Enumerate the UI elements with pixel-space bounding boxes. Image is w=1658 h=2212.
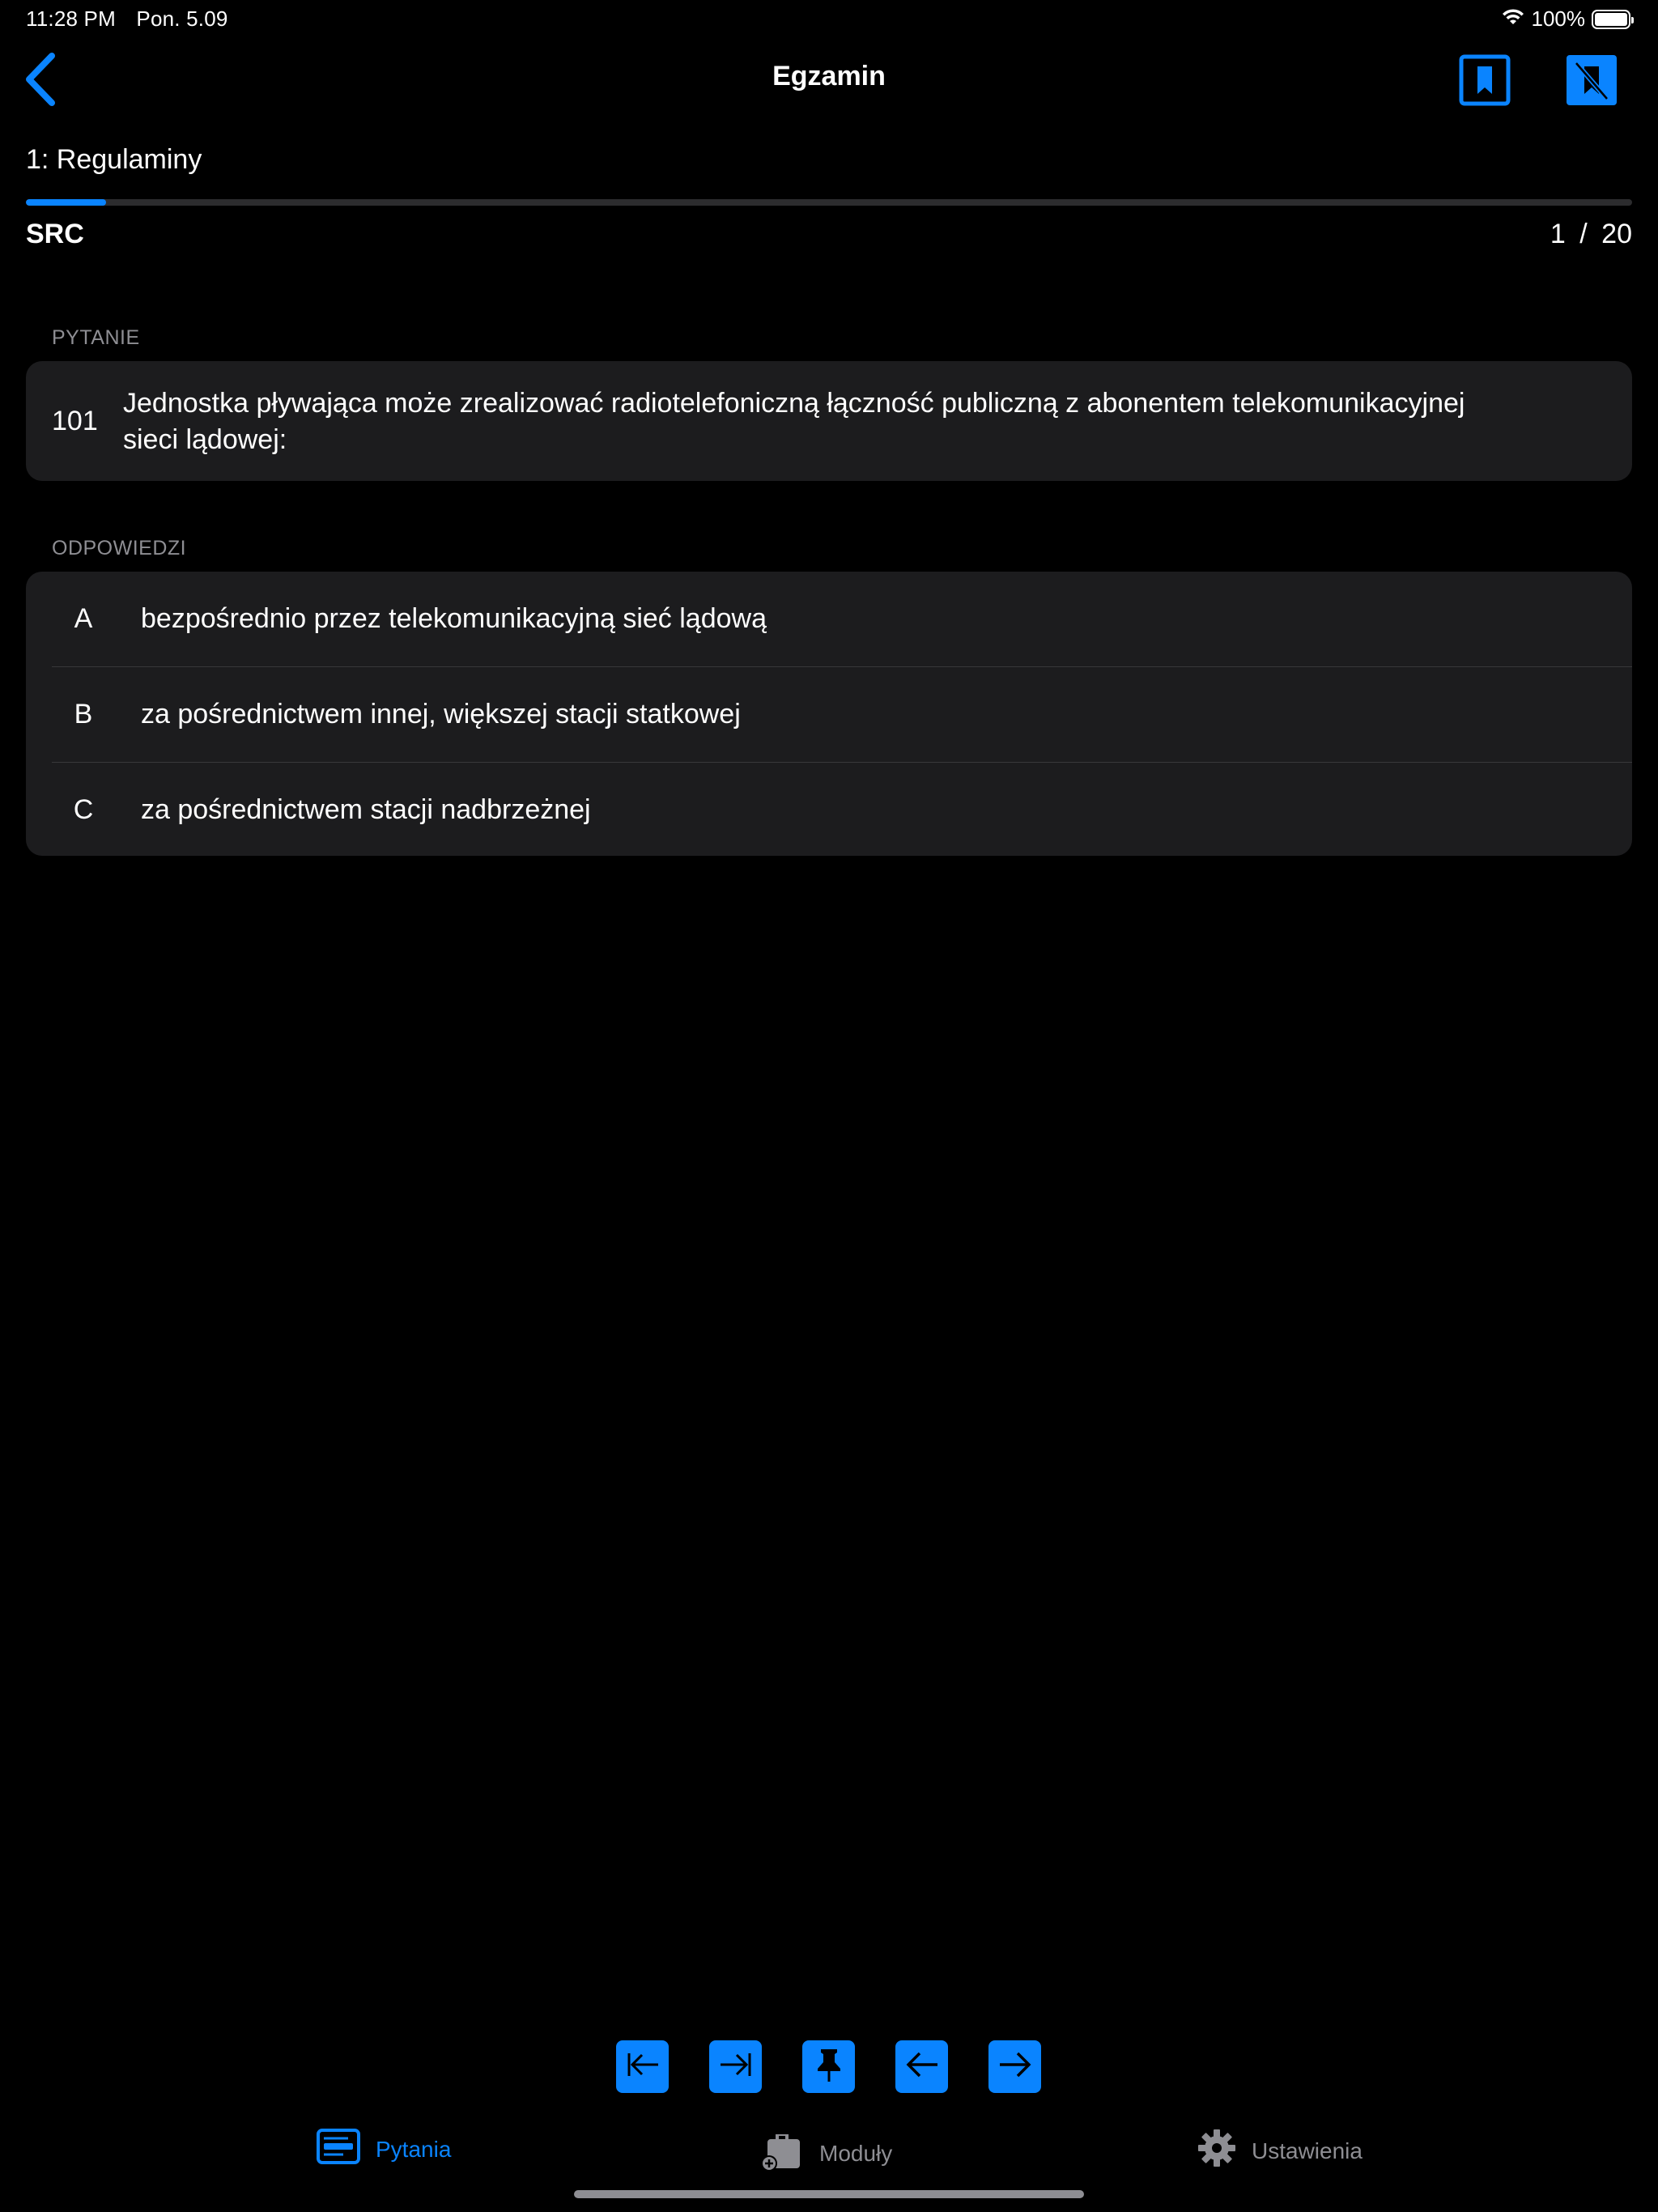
progress-bar (26, 199, 1632, 206)
previous-arrow-icon (903, 2048, 941, 2085)
page-title: Egzamin (772, 61, 886, 91)
wifi-icon (1501, 6, 1525, 32)
answer-letter: A (74, 603, 93, 634)
next-question-button[interactable] (988, 2040, 1041, 2093)
next-arrow-icon (997, 2048, 1034, 2085)
first-question-icon (624, 2048, 661, 2085)
counter-separator: / (1579, 219, 1588, 249)
first-question-button[interactable] (616, 2040, 669, 2093)
tab-settings[interactable]: Ustawienia (1197, 2128, 1363, 2174)
pin-icon (813, 2046, 845, 2087)
battery-percentage: 100% (1531, 6, 1586, 31)
last-question-icon (717, 2048, 755, 2085)
tab-questions[interactable]: Pytania (316, 2128, 451, 2171)
tab-label: Moduły (819, 2140, 893, 2166)
answers-section-header: ODPOWIEDZI (52, 537, 187, 559)
battery-icon (1592, 9, 1634, 29)
question-card: 101 Jednostka pływająca może zrealizować… (26, 361, 1632, 481)
previous-question-button[interactable] (895, 2040, 948, 2093)
tab-modules[interactable]: Moduły (759, 2128, 892, 2179)
answer-option-a[interactable]: A bezpośrednio przez telekomunikacyjną s… (26, 572, 1632, 666)
home-indicator[interactable] (574, 2190, 1084, 2198)
answer-text: za pośrednictwem stacji nadbrzeżnej (141, 794, 591, 825)
tab-bar: Pytania Moduły Ustawienia (0, 2121, 1658, 2186)
questions-icon (316, 2128, 361, 2171)
progress-fill (26, 199, 107, 206)
question-counter: 1 / 20 (1550, 219, 1632, 250)
status-date: Pon. 5.09 (136, 6, 228, 31)
module-title: 1: Regulaminy (26, 144, 202, 175)
tab-label: Pytania (376, 2136, 452, 2162)
question-number: 101 (52, 405, 98, 436)
bookmark-icon (1458, 54, 1511, 110)
last-question-button[interactable] (709, 2040, 762, 2093)
bookmark-slash-icon (1565, 55, 1618, 110)
answer-option-b[interactable]: B za pośrednictwem innej, większej stacj… (26, 667, 1632, 762)
status-bar-indicators: 100% (1501, 6, 1634, 32)
exam-type-label: SRC (26, 219, 84, 249)
question-section-header: PYTANIE (52, 326, 140, 349)
remove-bookmark-button[interactable] (1565, 53, 1618, 107)
answer-letter: B (74, 699, 93, 730)
answer-option-c[interactable]: C za pośrednictwem stacji nadbrzeżnej (26, 763, 1632, 856)
pin-button[interactable] (802, 2040, 855, 2093)
answers-card: A bezpośrednio przez telekomunikacyjną s… (26, 572, 1632, 856)
answer-letter: C (73, 794, 94, 825)
question-text: Jednostka pływająca może zrealizować rad… (123, 388, 1465, 455)
current-question-number: 1 (1550, 219, 1566, 249)
status-time: 11:28 PM (26, 6, 116, 31)
status-bar-clock: 11:28 PM Pon. 5.09 (26, 6, 228, 32)
bookmark-button[interactable] (1458, 53, 1511, 107)
answer-text: za pośrednictwem innej, większej stacji … (141, 699, 741, 730)
settings-gear-icon (1197, 2128, 1237, 2174)
answer-text: bezpośrednio przez telekomunikacyjną sie… (141, 603, 767, 634)
navigation-toolbar (616, 2040, 1041, 2093)
total-questions: 20 (1601, 219, 1632, 249)
modules-icon (759, 2128, 805, 2179)
tab-label: Ustawienia (1252, 2138, 1363, 2163)
